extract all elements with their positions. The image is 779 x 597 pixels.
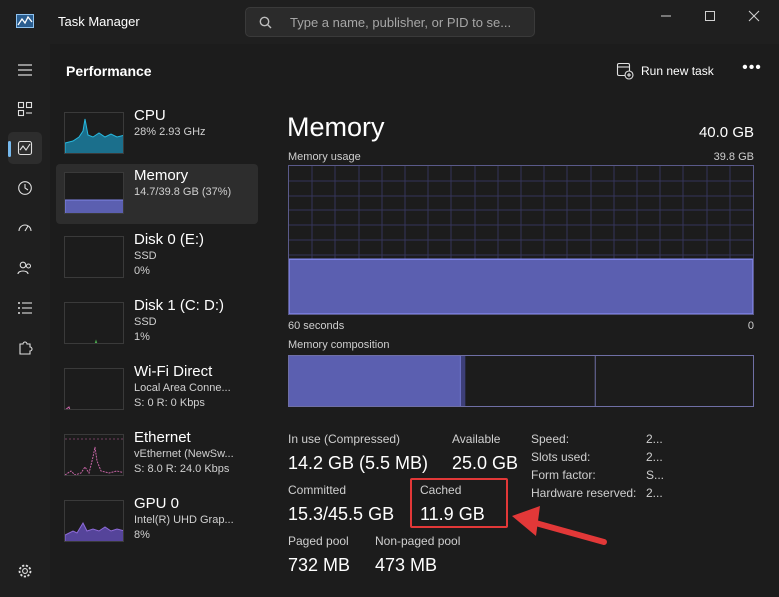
page-title: Performance	[66, 63, 152, 79]
memory-composition-label: Memory composition	[288, 339, 390, 351]
device-disk-1[interactable]: Disk 1 (C: D:) SSD 1%	[56, 294, 258, 354]
device-detail-2: S: 8.0 R: 24.0 Kbps	[134, 463, 230, 475]
history-icon	[18, 181, 32, 195]
more-options-button[interactable]: •••	[739, 59, 765, 83]
run-new-task-label: Run new task	[641, 64, 714, 78]
maximize-icon[interactable]	[698, 8, 722, 24]
non-paged-pool-label: Non-paged pool	[375, 534, 461, 548]
nav-details[interactable]	[8, 292, 42, 324]
nav-settings[interactable]	[8, 555, 42, 587]
axis-right-label: 0	[747, 320, 754, 332]
form-factor-value: S...	[646, 468, 665, 482]
performance-icon	[17, 140, 33, 156]
run-task-icon	[616, 62, 634, 80]
search-input[interactable]	[290, 13, 526, 31]
device-detail-2: 8%	[134, 529, 150, 541]
search-icon	[259, 16, 272, 29]
form-factor-label: Form factor:	[531, 468, 596, 482]
disk1-thumbnail-graph	[64, 302, 124, 344]
device-detail: Local Area Conne...	[134, 382, 231, 394]
slots-used-label: Slots used:	[531, 450, 591, 464]
device-detail: SSD	[134, 250, 157, 262]
device-gpu-0[interactable]: GPU 0 Intel(R) UHD Grap... 8%	[56, 492, 258, 552]
disk0-thumbnail-graph	[64, 236, 124, 278]
gpu-thumbnail-graph	[64, 500, 124, 542]
device-ethernet[interactable]: Ethernet vEthernet (NewSw... S: 8.0 R: 2…	[56, 426, 258, 486]
device-wifi-direct[interactable]: Wi-Fi Direct Local Area Conne... S: 0 R:…	[56, 360, 258, 420]
nav-services[interactable]	[8, 332, 42, 364]
app-title: Task Manager	[58, 14, 140, 29]
device-name: Disk 0 (E:)	[134, 231, 205, 248]
memory-composition-bar	[288, 355, 754, 407]
memory-usage-label: Memory usage	[288, 151, 361, 163]
speed-value: 2...	[646, 432, 663, 446]
services-puzzle-icon	[19, 341, 33, 355]
red-arrow-icon	[512, 506, 607, 545]
nav-performance[interactable]	[8, 132, 42, 164]
hardware-reserved-label: Hardware reserved:	[531, 486, 637, 500]
device-detail: vEthernet (NewSw...	[134, 448, 234, 460]
axis-left-label: 60 seconds	[288, 320, 345, 332]
composition-modified	[460, 356, 466, 406]
slots-used-value: 2...	[646, 450, 663, 464]
in-use-label: In use (Compressed)	[288, 432, 401, 446]
device-detail-2: 0%	[134, 265, 150, 277]
device-detail: 28% 2.93 GHz	[134, 126, 206, 138]
available-value: 25.0 GB	[452, 453, 519, 473]
device-name: Memory	[134, 167, 189, 184]
committed-value: 15.3/45.5 GB	[288, 504, 395, 524]
paged-pool-value: 732 MB	[288, 555, 351, 575]
device-name: Ethernet	[134, 429, 191, 446]
cpu-thumbnail-graph	[64, 112, 124, 154]
title-bar: Task Manager	[0, 0, 779, 44]
device-disk-0[interactable]: Disk 0 (E:) SSD 0%	[56, 228, 258, 288]
memory-usage-max: 39.8 GB	[713, 151, 754, 163]
speedometer-icon	[18, 224, 32, 232]
run-new-task-button[interactable]: Run new task	[612, 57, 726, 85]
hardware-reserved-value: 2...	[646, 486, 663, 500]
device-detail-2: 1%	[134, 331, 150, 343]
cached-highlight-box	[410, 478, 508, 528]
close-icon[interactable]	[742, 8, 766, 24]
hamburger-icon	[18, 64, 32, 76]
device-detail: 14.7/39.8 GB (37%)	[134, 186, 232, 198]
processes-icon	[17, 101, 33, 117]
nav-app-history[interactable]	[8, 172, 42, 204]
in-use-value: 14.2 GB (5.5 MB)	[288, 453, 429, 473]
device-name: CPU	[134, 107, 166, 124]
speed-label: Speed:	[531, 432, 570, 446]
ethernet-thumbnail-graph	[64, 434, 124, 476]
memory-thumbnail-graph	[64, 172, 124, 214]
minimize-icon[interactable]	[654, 8, 678, 24]
device-cpu[interactable]: CPU 28% 2.93 GHz	[56, 104, 258, 164]
nav-startup-apps[interactable]	[8, 212, 42, 244]
gear-icon	[18, 564, 32, 578]
task-manager-app-icon	[16, 14, 34, 28]
users-icon	[17, 261, 31, 275]
memory-title: Memory	[287, 112, 385, 142]
hamburger-menu-button[interactable]	[8, 54, 42, 86]
details-list-icon	[18, 302, 32, 314]
search-box[interactable]	[245, 7, 535, 37]
paged-pool-label: Paged pool	[288, 534, 349, 548]
non-paged-pool-value: 473 MB	[375, 555, 438, 575]
memory-usage-area	[288, 258, 754, 315]
available-label: Available	[452, 432, 501, 446]
device-detail: Intel(R) UHD Grap...	[134, 514, 234, 526]
active-indicator	[8, 141, 11, 157]
nav-users[interactable]	[8, 252, 42, 284]
device-detail: SSD	[134, 316, 157, 328]
memory-total: 40.0 GB	[698, 124, 754, 141]
left-nav	[0, 44, 50, 597]
nav-processes[interactable]	[8, 93, 42, 125]
device-name: Disk 1 (C: D:)	[134, 297, 224, 314]
memory-usage-graph	[288, 165, 754, 315]
device-memory[interactable]: Memory 14.7/39.8 GB (37%)	[56, 164, 258, 224]
wifi-thumbnail-graph	[64, 368, 124, 410]
device-name: Wi-Fi Direct	[134, 363, 213, 380]
composition-in-use	[289, 356, 461, 406]
device-name: GPU 0	[134, 495, 180, 512]
device-detail-2: S: 0 R: 0 Kbps	[134, 397, 205, 409]
committed-label: Committed	[288, 483, 347, 497]
